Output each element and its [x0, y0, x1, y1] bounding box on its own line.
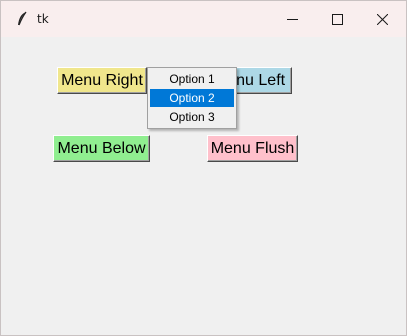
close-icon [377, 14, 388, 25]
menu-below-button[interactable]: Menu Below [53, 135, 150, 162]
minimize-button[interactable] [270, 1, 316, 37]
window-title: tk [37, 12, 49, 26]
title-bar[interactable]: tk [1, 1, 406, 37]
close-button[interactable] [360, 1, 406, 37]
maximize-icon [332, 14, 343, 25]
menu-item-option-1[interactable]: Option 1 [150, 70, 234, 88]
menu-right-button[interactable]: Menu Right [57, 67, 147, 94]
popup-menu: Option 1 Option 2 Option 3 [147, 67, 237, 129]
minimize-icon [287, 19, 298, 20]
maximize-button[interactable] [315, 1, 361, 37]
menu-item-option-3[interactable]: Option 3 [150, 108, 234, 126]
app-window: tk Menu Right Menu Left Menu Below Menu … [0, 0, 407, 336]
menu-flush-button[interactable]: Menu Flush [207, 135, 298, 162]
feather-icon [15, 11, 29, 27]
menu-item-option-2[interactable]: Option 2 [150, 89, 234, 107]
